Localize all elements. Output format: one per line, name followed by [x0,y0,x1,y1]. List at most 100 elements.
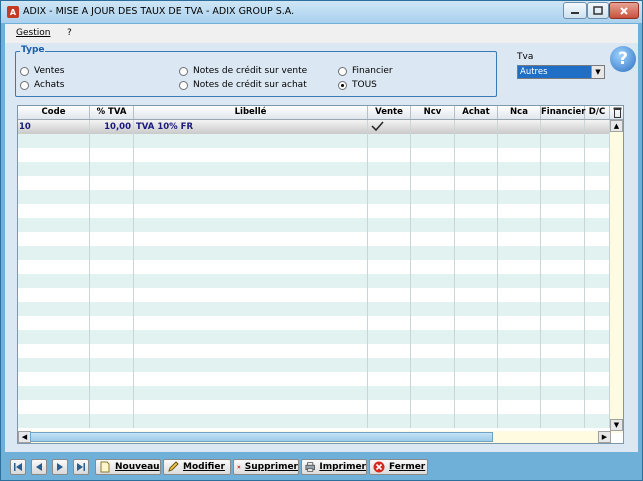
close-window-button[interactable]: Fermer [369,459,428,475]
table-cell [134,358,368,372]
cell-code: 10 [18,120,90,134]
trash-icon[interactable] [613,107,622,118]
table-row[interactable] [18,162,610,176]
col-pct-tva[interactable]: % TVA [90,106,134,119]
table-cell [18,134,90,148]
col-vente[interactable]: Vente [368,106,411,119]
table-cell [498,400,541,414]
radio-achats[interactable]: Achats [20,80,64,90]
cell-vente[interactable] [368,120,411,134]
table-row[interactable] [18,204,610,218]
delete-button[interactable]: Supprimer [233,459,299,475]
table-row[interactable] [18,344,610,358]
first-record-button[interactable] [10,459,26,475]
table-row[interactable] [18,400,610,414]
last-record-button[interactable] [73,459,89,475]
table-cell [90,162,134,176]
table-row[interactable] [18,414,610,428]
radio-ventes-label: Ventes [34,66,65,76]
table-cell [411,358,455,372]
radio-ventes[interactable]: Ventes [20,66,64,76]
col-achat[interactable]: Achat [455,106,498,119]
table-cell [455,386,498,400]
table-cell [368,246,411,260]
table-row[interactable] [18,372,610,386]
table-cell [90,134,134,148]
col-code[interactable]: Code [18,106,90,119]
table-row[interactable] [18,148,610,162]
table-cell [368,372,411,386]
table-cell [498,386,541,400]
horizontal-scrollbar[interactable]: ◀ ▶ [18,431,611,443]
table-row[interactable] [18,274,610,288]
table-cell [411,274,455,288]
menu-help[interactable]: ? [67,28,72,38]
radio-tous[interactable]: TOUS [338,80,377,90]
table-cell [541,148,585,162]
scroll-up-icon[interactable]: ▲ [610,120,623,132]
col-libelle[interactable]: Libellé [134,106,368,119]
maximize-button[interactable] [587,2,609,19]
edit-button[interactable]: Modifier [163,459,231,475]
table-cell [585,358,610,372]
table-cell [134,260,368,274]
table-cell [18,190,90,204]
radio-financier[interactable]: Financier [338,66,393,76]
col-financier[interactable]: Financier [541,106,585,119]
table-cell [90,316,134,330]
table-cell [411,288,455,302]
table-cell [455,330,498,344]
table-row[interactable] [18,386,610,400]
scroll-down-icon[interactable]: ▼ [610,419,623,431]
col-ncv[interactable]: Ncv [411,106,455,119]
chevron-down-icon[interactable]: ▼ [591,66,604,78]
table-row[interactable] [18,260,610,274]
cell-financier [541,120,585,134]
table-row[interactable] [18,232,610,246]
table-row[interactable] [18,218,610,232]
table-cell [134,218,368,232]
bottom-toolbar: Nouveau Modifier Supprimer Imprimer Ferm… [5,454,638,478]
radio-ncv-dot [179,66,188,76]
table-row[interactable] [18,246,610,260]
col-dc[interactable]: D/C [585,106,610,119]
radio-nca[interactable]: Notes de crédit sur achat [179,80,307,90]
table-row[interactable] [18,316,610,330]
table-cell [541,218,585,232]
table-cell [134,162,368,176]
table-cell [498,246,541,260]
table-row[interactable] [18,134,610,148]
table-cell [368,134,411,148]
table-cell [368,148,411,162]
table-row[interactable] [18,358,610,372]
tva-select[interactable]: Autres ▼ [517,65,605,79]
table-cell [90,372,134,386]
next-record-button[interactable] [52,459,68,475]
table-cell [90,274,134,288]
close-button[interactable] [609,2,639,19]
prev-record-button[interactable] [31,459,47,475]
table-row[interactable]: 10 10,00 TVA 10% FR [18,120,610,134]
table-row[interactable] [18,302,610,316]
print-button[interactable]: Imprimer [301,459,367,475]
vertical-scrollbar[interactable]: ▲ ▼ [610,120,623,433]
table-cell [498,372,541,386]
table-cell [411,372,455,386]
scroll-right-icon[interactable]: ▶ [598,431,611,443]
table-row[interactable] [18,288,610,302]
radio-ncv[interactable]: Notes de crédit sur vente [179,66,307,76]
table-cell [368,218,411,232]
menu-gestion[interactable]: Gestion [16,28,50,38]
help-icon[interactable]: ? [610,46,636,72]
table-cell [541,358,585,372]
table-row[interactable] [18,330,610,344]
minimize-icon [571,11,579,14]
table-row[interactable] [18,176,610,190]
minimize-button[interactable] [563,2,587,19]
table-cell [368,316,411,330]
col-nca[interactable]: Nca [498,106,541,119]
table-cell [455,316,498,330]
table-row[interactable] [18,190,610,204]
new-button[interactable]: Nouveau [95,459,161,475]
horizontal-scroll-thumb[interactable] [30,432,493,442]
